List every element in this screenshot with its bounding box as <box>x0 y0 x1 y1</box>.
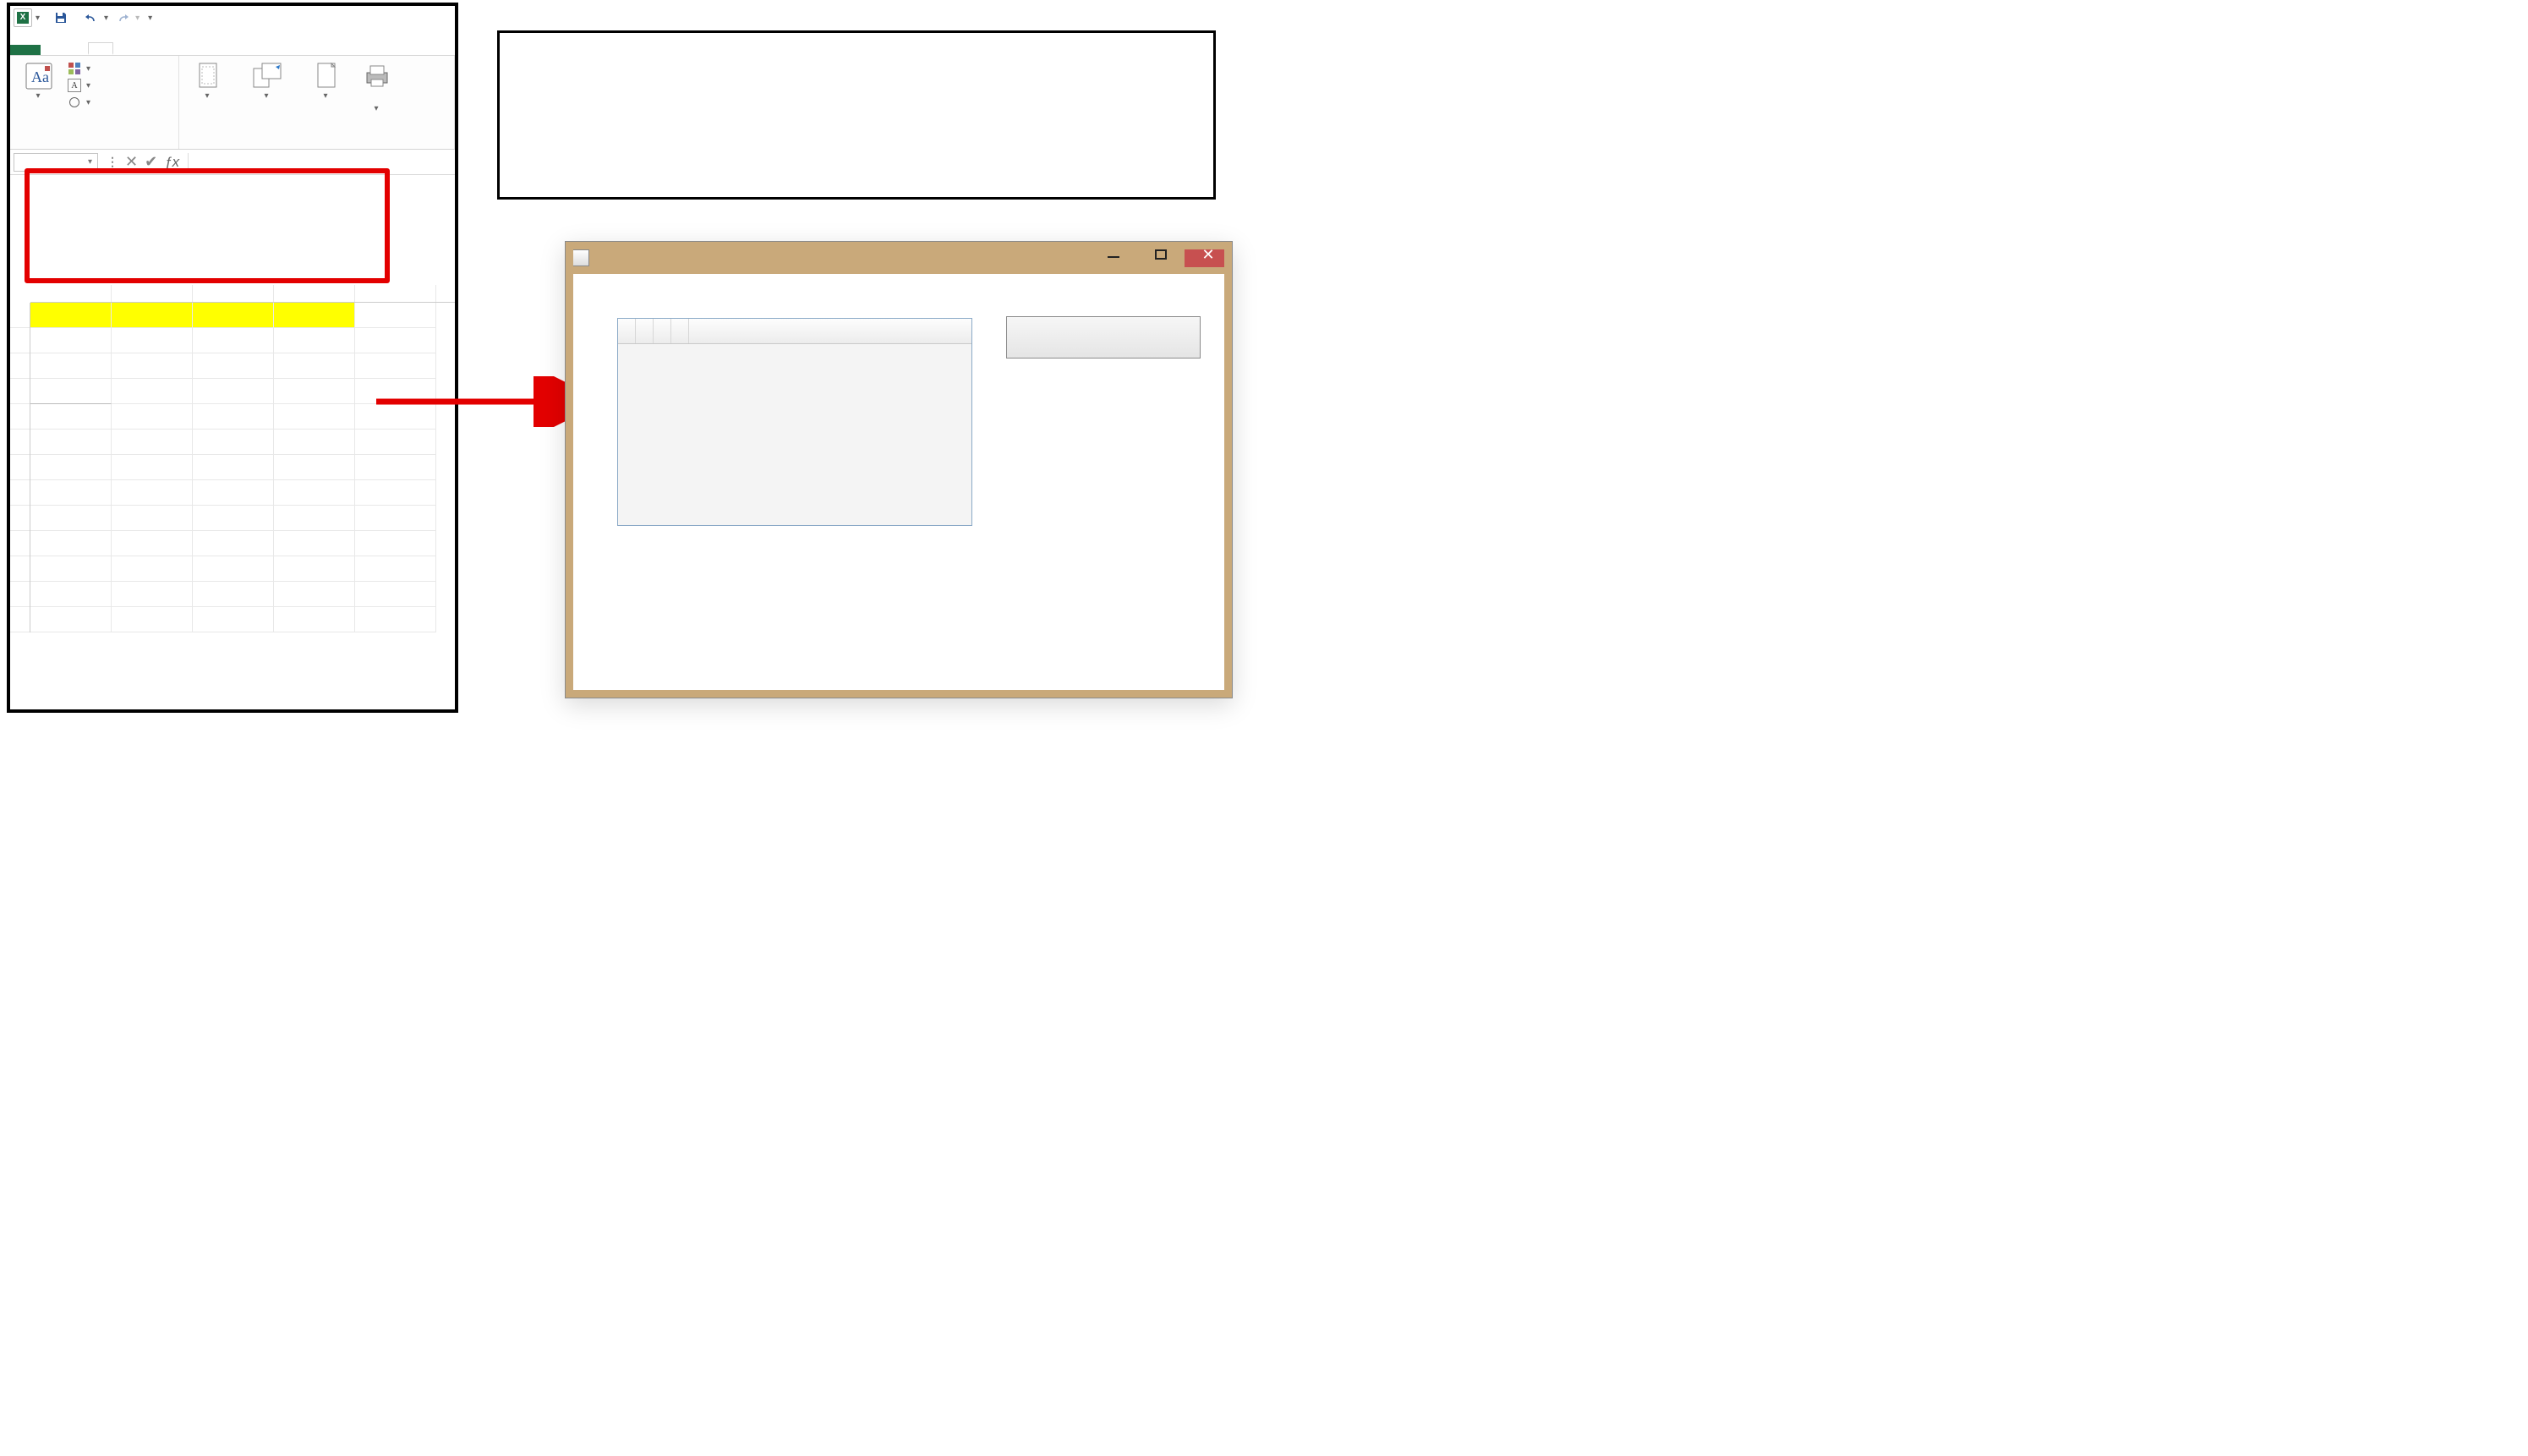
quick-access-toolbar: X ▾ ▾ ▾ ▾ <box>10 6 455 30</box>
wpf-window: ✕ <box>565 241 1233 698</box>
theme-fonts-button[interactable]: A ▾ <box>66 78 92 93</box>
wpf-titlebar[interactable]: ✕ <box>566 242 1232 274</box>
cell[interactable] <box>193 303 274 328</box>
close-button[interactable]: ✕ <box>1185 242 1232 267</box>
redo-icon[interactable] <box>113 8 132 27</box>
datagrid-header-filler <box>689 319 971 343</box>
cancel-icon[interactable]: ✕ <box>125 153 138 171</box>
row-headers <box>10 303 30 632</box>
row-header[interactable] <box>10 607 30 632</box>
load-table-button[interactable] <box>1006 316 1201 359</box>
redo-dropdown-icon[interactable]: ▾ <box>135 14 140 23</box>
customize-qat-icon[interactable]: ▾ <box>36 14 40 23</box>
data-row <box>30 328 455 353</box>
theme-effects-button[interactable]: ▾ <box>66 95 92 110</box>
undo-dropdown-icon[interactable]: ▾ <box>104 14 108 23</box>
datagrid[interactable] <box>617 318 972 526</box>
cell[interactable] <box>274 328 355 353</box>
row-header[interactable] <box>10 455 30 480</box>
datagrid-column-header[interactable] <box>654 319 671 343</box>
print-area-button[interactable]: ▾ <box>353 59 401 113</box>
cell[interactable] <box>30 328 112 353</box>
tab-insert[interactable] <box>64 45 88 55</box>
row-header[interactable] <box>10 556 30 582</box>
tab-pagelayout[interactable] <box>88 42 113 55</box>
row-header[interactable] <box>10 430 30 455</box>
row-header[interactable] <box>10 303 30 328</box>
datagrid-header <box>618 319 971 344</box>
cell[interactable] <box>355 303 436 328</box>
row-header[interactable] <box>10 480 30 506</box>
save-icon[interactable] <box>52 8 70 27</box>
spreadsheet[interactable] <box>10 285 455 632</box>
ribbon: Aa ▾ ▾ A ▾ <box>10 55 455 150</box>
column-header[interactable] <box>112 285 193 302</box>
datagrid-column-header[interactable] <box>636 319 654 343</box>
cell[interactable] <box>193 328 274 353</box>
maximize-button[interactable] <box>1137 242 1185 267</box>
datagrid-column-header[interactable] <box>618 319 636 343</box>
qat-more-icon[interactable]: ▾ <box>148 14 152 23</box>
app-icon <box>572 249 589 266</box>
cell[interactable] <box>355 353 436 379</box>
margins-button[interactable]: ▾ <box>184 59 232 101</box>
cell[interactable] <box>112 303 193 328</box>
enter-icon[interactable]: ✔ <box>145 153 157 171</box>
row-header[interactable] <box>10 506 30 531</box>
fx-icon[interactable]: ƒx <box>164 154 179 171</box>
cell[interactable] <box>193 353 274 379</box>
excel-window: X ▾ ▾ ▾ ▾ <box>7 3 458 713</box>
cell[interactable] <box>112 328 193 353</box>
tab-file[interactable] <box>10 45 41 55</box>
data-row <box>30 353 455 379</box>
name-box[interactable]: ▾ <box>14 153 98 172</box>
cell[interactable] <box>274 303 355 328</box>
column-headers <box>30 285 455 303</box>
cell[interactable] <box>355 328 436 353</box>
column-header[interactable] <box>30 285 112 302</box>
minimize-button[interactable] <box>1090 242 1137 267</box>
excel-app-icon[interactable]: X <box>14 8 32 27</box>
row-header[interactable] <box>10 582 30 607</box>
themes-button[interactable]: Aa ▾ <box>15 59 63 101</box>
cell[interactable] <box>274 353 355 379</box>
tab-home[interactable] <box>41 45 64 55</box>
row-header[interactable] <box>10 404 30 430</box>
group-pagesetup-label <box>184 145 449 149</box>
cell[interactable] <box>30 303 112 328</box>
undo-icon[interactable] <box>82 8 101 27</box>
header-row <box>30 303 455 328</box>
row-header[interactable] <box>10 379 30 404</box>
datagridvcolumn-header[interactable] <box>671 319 689 343</box>
column-header[interactable] <box>193 285 274 302</box>
group-themes-label <box>15 145 173 149</box>
column-header[interactable] <box>274 285 355 302</box>
cell[interactable] <box>112 353 193 379</box>
row-header[interactable] <box>10 353 30 379</box>
row-header[interactable] <box>10 328 30 353</box>
question-box <box>497 30 1216 200</box>
size-button[interactable]: ▾ <box>303 59 350 101</box>
orientation-button[interactable]: ▾ <box>235 59 299 101</box>
row-header[interactable] <box>10 531 30 556</box>
formula-bar: ▾ ⋮ ✕ ✔ ƒx <box>10 150 455 175</box>
column-header[interactable] <box>355 285 436 302</box>
theme-colors-button[interactable]: ▾ <box>66 61 92 76</box>
cell[interactable] <box>30 353 112 379</box>
ribbon-tabs <box>10 30 455 55</box>
